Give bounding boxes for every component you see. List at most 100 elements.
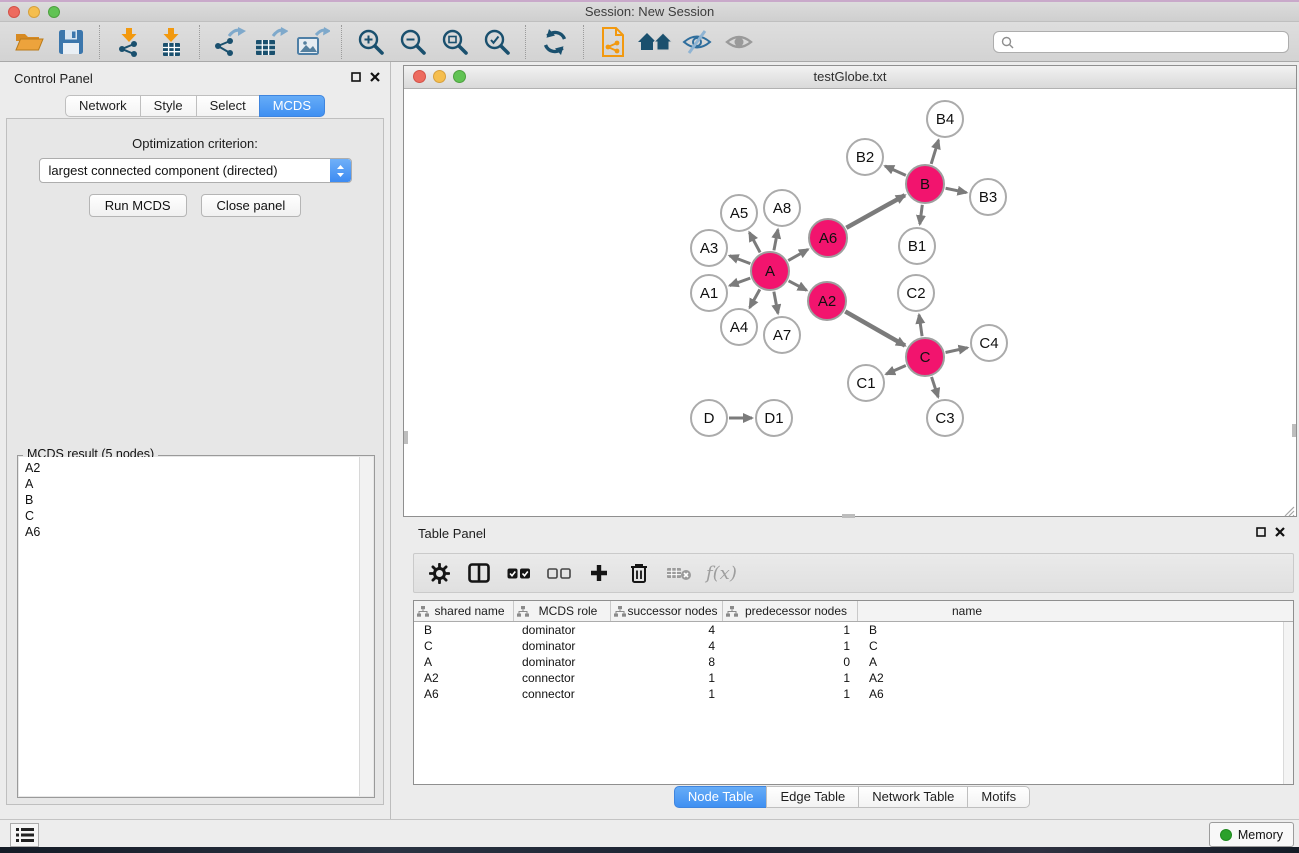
tab-motifs[interactable]: Motifs [967,786,1030,808]
column-header-mcds-role[interactable]: MCDS role [514,601,611,621]
network-node[interactable]: B4 [927,101,963,137]
table-cell[interactable]: connector [514,687,611,701]
mcds-result-item[interactable]: B [25,492,359,508]
function-builder-button[interactable]: f(x) [706,558,737,588]
memory-button[interactable]: Memory [1209,822,1294,847]
network-edge[interactable] [730,256,751,264]
home-view-button[interactable] [634,24,676,60]
table-cell[interactable]: B [414,623,514,637]
deselect-all-button[interactable] [546,558,572,588]
network-edge[interactable] [749,232,760,252]
network-window-titlebar[interactable]: testGlobe.txt [404,66,1296,89]
refresh-view-button[interactable] [534,24,576,60]
network-node[interactable]: B1 [899,228,935,264]
table-cell[interactable]: 1 [611,687,723,701]
table-cell[interactable]: dominator [514,639,611,653]
network-node[interactable]: C [906,338,944,376]
network-edge[interactable] [919,315,922,336]
close-panel-icon[interactable] [1275,527,1285,537]
table-cell[interactable]: A2 [858,671,1076,685]
export-table-button[interactable] [250,24,292,60]
table-cell[interactable]: A [414,655,514,669]
network-from-file-button[interactable] [592,24,634,60]
table-row[interactable]: Bdominator41B [414,622,1284,638]
import-network-button[interactable] [108,24,150,60]
table-cell[interactable]: A6 [858,687,1076,701]
network-edge[interactable] [885,166,906,175]
column-header-successor-nodes[interactable]: successor nodes [611,601,723,621]
table-scrollbar[interactable] [1283,622,1293,784]
network-node[interactable]: A1 [691,275,727,311]
tab-mcds[interactable]: MCDS [259,95,325,117]
network-edge[interactable] [932,377,939,397]
zoom-in-button[interactable] [350,24,392,60]
hide-graphics-button[interactable] [676,24,718,60]
table-row[interactable]: Adominator80A [414,654,1284,670]
table-cell[interactable]: 0 [723,655,858,669]
network-canvas[interactable]: AA1A2A3A4A5A6A7A8BB1B2B3B4CC1C2C3C4DD1 [404,89,1296,518]
table-cell[interactable]: C [414,639,514,653]
criterion-dropdown[interactable]: largest connected component (directed) [39,158,352,183]
mcds-list-scrollbar[interactable] [359,457,373,796]
network-node[interactable]: C2 [898,275,934,311]
network-node[interactable]: D [691,400,727,436]
show-graphics-button[interactable] [718,24,760,60]
table-cell[interactable]: dominator [514,623,611,637]
network-edge[interactable] [920,205,922,224]
network-node[interactable]: B3 [970,179,1006,215]
zoom-out-button[interactable] [392,24,434,60]
tab-node-table[interactable]: Node Table [674,786,768,808]
table-cell[interactable]: 1 [723,671,858,685]
table-row[interactable]: Cdominator41C [414,638,1284,654]
table-cell[interactable]: 8 [611,655,723,669]
table-cell[interactable]: C [858,639,1076,653]
network-edge[interactable] [730,278,751,285]
table-cell[interactable]: B [858,623,1076,637]
table-cell[interactable]: A [858,655,1076,669]
column-header-name[interactable]: name [858,601,1076,621]
table-row[interactable]: A6connector11A6 [414,686,1284,702]
save-session-button[interactable] [50,24,92,60]
task-history-button[interactable] [10,823,39,847]
network-node[interactable]: C4 [971,325,1007,361]
mcds-result-item[interactable]: C [25,508,359,524]
float-panel-icon[interactable] [351,72,361,82]
mcds-result-item[interactable]: A2 [25,460,359,476]
zoom-selected-button[interactable] [476,24,518,60]
table-cell[interactable]: dominator [514,655,611,669]
tab-network[interactable]: Network [65,95,141,117]
table-row[interactable]: A2connector11A2 [414,670,1284,686]
network-node[interactable]: A5 [721,195,757,231]
network-node[interactable]: D1 [756,400,792,436]
canvas-scroll-nub[interactable] [1292,424,1296,437]
network-node[interactable]: A7 [764,317,800,353]
network-edge[interactable] [788,249,808,260]
add-column-button[interactable] [586,558,612,588]
zoom-fit-button[interactable] [434,24,476,60]
search-input[interactable] [1018,32,1288,52]
network-node[interactable]: A3 [691,230,727,266]
tab-select[interactable]: Select [196,95,260,117]
network-node[interactable]: A2 [808,282,846,320]
network-edge[interactable] [774,230,778,251]
run-mcds-button[interactable]: Run MCDS [89,194,187,217]
network-edge[interactable] [845,311,905,345]
network-edge[interactable] [846,195,905,228]
mcds-result-item[interactable]: A [25,476,359,492]
network-edge[interactable] [946,348,968,353]
canvas-scroll-nub[interactable] [404,431,408,444]
network-node[interactable]: A4 [721,309,757,345]
table-cell[interactable]: connector [514,671,611,685]
column-header-predecessor-nodes[interactable]: predecessor nodes [723,601,858,621]
table-cell[interactable]: 4 [611,623,723,637]
open-session-button[interactable] [8,24,50,60]
network-edge[interactable] [886,365,906,374]
close-panel-icon[interactable] [370,72,380,82]
network-node[interactable]: B2 [847,139,883,175]
select-all-button[interactable] [506,558,532,588]
mcds-result-item[interactable]: A6 [25,524,359,540]
delete-table-button[interactable] [666,558,692,588]
network-node[interactable]: B [906,165,944,203]
float-panel-icon[interactable] [1256,527,1266,537]
delete-column-button[interactable] [626,558,652,588]
